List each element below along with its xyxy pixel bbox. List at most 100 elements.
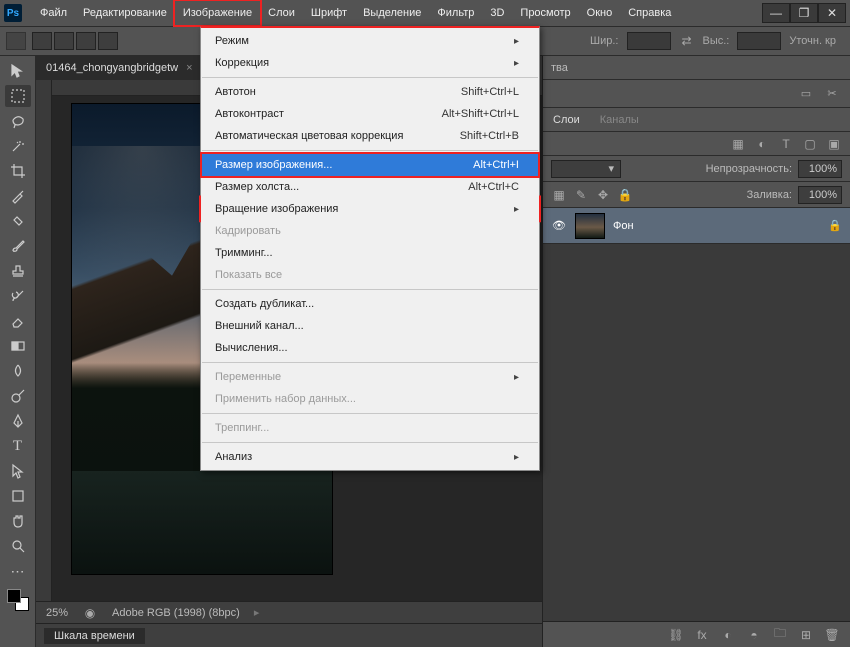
ruler-vertical[interactable] xyxy=(36,80,52,601)
delete-layer-icon[interactable]: 🗑 xyxy=(824,627,840,643)
prop-icon-2[interactable]: ✂ xyxy=(824,86,840,102)
menu-item-вычисления-[interactable]: Вычисления... xyxy=(201,337,539,359)
document-tab-close-icon[interactable]: × xyxy=(186,62,192,74)
shape-tool-icon[interactable] xyxy=(5,485,31,507)
menu-item-label: Размер изображения... xyxy=(215,159,332,171)
properties-panel-header[interactable]: тва xyxy=(543,56,850,80)
chevron-down-icon: ▾ xyxy=(608,162,614,175)
marquee-tool-icon[interactable] xyxy=(5,85,31,107)
lock-pos-icon[interactable]: ✥ xyxy=(595,187,611,203)
menu-item-тримминг-[interactable]: Тримминг... xyxy=(201,242,539,264)
brush-tool-icon[interactable] xyxy=(5,235,31,257)
menu-edit[interactable]: Редактирование xyxy=(75,0,175,26)
menu-help[interactable]: Справка xyxy=(620,0,679,26)
menu-view[interactable]: Просмотр xyxy=(512,0,578,26)
layer-lock-icon[interactable]: 🔒 xyxy=(828,219,842,232)
mode-new[interactable] xyxy=(32,32,52,50)
menu-item-размер-холста-[interactable]: Размер холста...Alt+Ctrl+C xyxy=(201,176,539,198)
menu-item-автоматическая-цветовая-коррекция[interactable]: Автоматическая цветовая коррекцияShift+C… xyxy=(201,125,539,147)
gradient-tool-icon[interactable] xyxy=(5,335,31,357)
menu-item-вращение-изображения[interactable]: Вращение изображения xyxy=(201,198,539,220)
layer-row-background[interactable]: 👁 Фон 🔒 xyxy=(543,208,850,244)
filter-shape-icon[interactable]: ▢ xyxy=(802,136,818,152)
menu-item-режим[interactable]: Режим xyxy=(201,30,539,52)
menu-filter[interactable]: Фильтр xyxy=(429,0,482,26)
lock-trans-icon[interactable]: ▦ xyxy=(551,187,567,203)
menu-file[interactable]: Файл xyxy=(32,0,75,26)
opacity-value[interactable]: 100% xyxy=(798,160,842,178)
document-tab[interactable]: 01464_chongyangbridgetw × xyxy=(36,56,204,80)
adjustment-icon[interactable]: ◓ xyxy=(746,627,762,643)
menu-item-внешний-канал-[interactable]: Внешний канал... xyxy=(201,315,539,337)
menu-layers[interactable]: Слои xyxy=(260,0,303,26)
path-select-tool-icon[interactable] xyxy=(5,460,31,482)
menu-item-создать-дубликат-[interactable]: Создать дубликат... xyxy=(201,293,539,315)
stamp-tool-icon[interactable] xyxy=(5,260,31,282)
status-arrow-icon[interactable]: ▸ xyxy=(254,606,260,619)
width-input[interactable] xyxy=(627,32,671,50)
fx-icon[interactable]: fx xyxy=(694,627,710,643)
close-button[interactable]: ✕ xyxy=(818,3,846,23)
eyedropper-tool-icon[interactable] xyxy=(5,185,31,207)
type-tool-icon[interactable]: T xyxy=(5,435,31,457)
filter-adjust-icon[interactable]: ◐ xyxy=(754,136,770,152)
menu-item-размер-изображения-[interactable]: Размер изображения...Alt+Ctrl+I xyxy=(201,154,539,176)
minimize-button[interactable]: — xyxy=(762,3,790,23)
dodge-tool-icon[interactable] xyxy=(5,385,31,407)
menu-item-автоконтраст[interactable]: АвтоконтрастAlt+Shift+Ctrl+L xyxy=(201,103,539,125)
lock-all-icon[interactable]: 🔒 xyxy=(617,187,633,203)
maximize-button[interactable]: ❐ xyxy=(790,3,818,23)
layer-thumbnail[interactable] xyxy=(575,213,605,239)
menu-select[interactable]: Выделение xyxy=(355,0,429,26)
mask-icon[interactable]: ◐ xyxy=(720,627,736,643)
mode-intersect[interactable] xyxy=(98,32,118,50)
menu-item-label: Автотон xyxy=(215,86,256,98)
wand-tool-icon[interactable] xyxy=(5,135,31,157)
timeline-tab[interactable]: Шкала времени xyxy=(44,628,145,644)
blend-mode-dropdown[interactable]: ▾ xyxy=(551,160,621,178)
mode-subtract[interactable] xyxy=(76,32,96,50)
fg-color-swatch[interactable] xyxy=(7,589,21,603)
menu-type[interactable]: Шрифт xyxy=(303,0,355,26)
tab-channels[interactable]: Каналы xyxy=(590,108,649,131)
history-brush-tool-icon[interactable] xyxy=(5,285,31,307)
menu-item-анализ[interactable]: Анализ xyxy=(201,446,539,468)
tool-preset-icon[interactable] xyxy=(6,32,26,50)
zoom-tool-icon[interactable] xyxy=(5,535,31,557)
eraser-tool-icon[interactable] xyxy=(5,310,31,332)
visibility-eye-icon[interactable]: 👁 xyxy=(551,218,567,234)
toolbox: T ⋯ xyxy=(0,56,36,647)
group-icon[interactable]: 🗀 xyxy=(772,627,788,643)
more-tools-icon[interactable]: ⋯ xyxy=(5,560,31,582)
move-tool-icon[interactable] xyxy=(5,60,31,82)
color-swatches[interactable] xyxy=(7,589,29,611)
right-panels: тва ▭ ✂ Слои Каналы ▦ ◐ T ▢ ▣ ▾ Непрозра… xyxy=(542,56,850,647)
mode-add[interactable] xyxy=(54,32,74,50)
height-input[interactable] xyxy=(737,32,781,50)
lock-paint-icon[interactable]: ✎ xyxy=(573,187,589,203)
refine-edge-label[interactable]: Уточн. кр xyxy=(789,35,836,47)
new-layer-icon[interactable]: ⊞ xyxy=(798,627,814,643)
pen-tool-icon[interactable] xyxy=(5,410,31,432)
menu-item-коррекция[interactable]: Коррекция xyxy=(201,52,539,74)
heal-tool-icon[interactable] xyxy=(5,210,31,232)
fill-value[interactable]: 100% xyxy=(798,186,842,204)
hand-tool-icon[interactable] xyxy=(5,510,31,532)
prop-icon-1[interactable]: ▭ xyxy=(798,86,814,102)
link-layers-icon[interactable]: ⛓ xyxy=(668,627,684,643)
menu-3d[interactable]: 3D xyxy=(482,0,512,26)
crop-tool-icon[interactable] xyxy=(5,160,31,182)
filter-pixel-icon[interactable]: ▦ xyxy=(730,136,746,152)
swap-icon[interactable]: ⇄ xyxy=(679,33,695,49)
menu-image[interactable]: Изображение xyxy=(175,0,260,26)
zoom-value[interactable]: 25% xyxy=(46,607,68,619)
tab-layers[interactable]: Слои xyxy=(543,108,590,131)
lasso-tool-icon[interactable] xyxy=(5,110,31,132)
filter-smart-icon[interactable]: ▣ xyxy=(826,136,842,152)
menu-item-автотон[interactable]: АвтотонShift+Ctrl+L xyxy=(201,81,539,103)
menu-window[interactable]: Окно xyxy=(579,0,621,26)
layer-name[interactable]: Фон xyxy=(613,220,634,232)
blur-tool-icon[interactable] xyxy=(5,360,31,382)
filter-text-icon[interactable]: T xyxy=(778,136,794,152)
color-profile[interactable]: Adobe RGB (1998) (8bpc) xyxy=(112,607,240,619)
